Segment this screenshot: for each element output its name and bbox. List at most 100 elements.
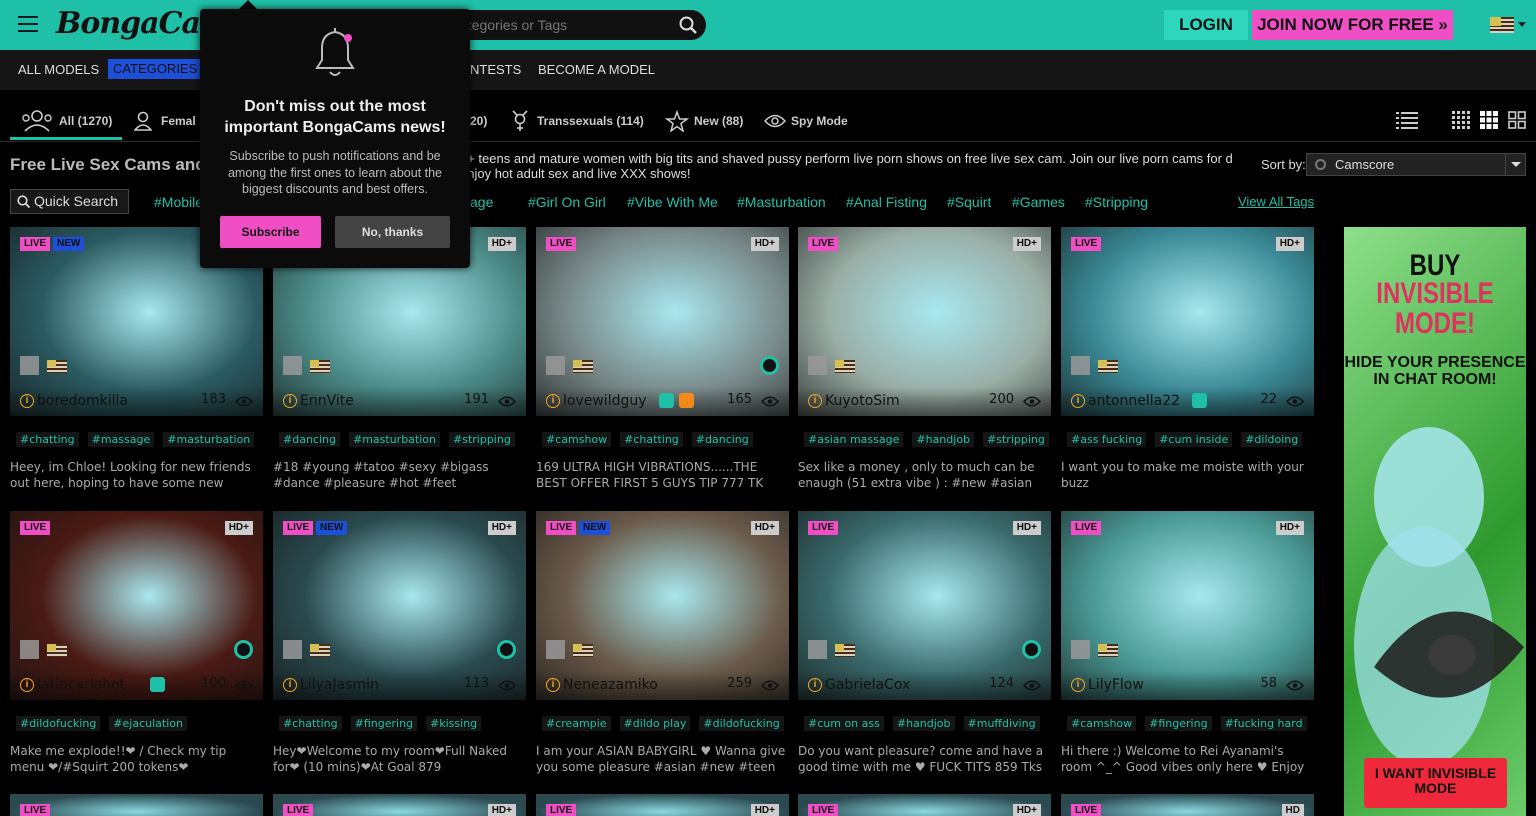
card-tag[interactable]: #fingering xyxy=(350,716,418,731)
tag-link[interactable]: #Masturbation xyxy=(737,194,826,210)
card-tag[interactable]: #cum on ass xyxy=(804,716,884,731)
invisible-mode-ad[interactable]: BUY INVISIBLE MODE! HIDE YOUR PRESENCE I… xyxy=(1344,227,1526,816)
nav-all-models[interactable]: ALL MODELS xyxy=(18,62,99,77)
twitter-icon[interactable] xyxy=(679,393,694,408)
model-card[interactable]: LIVE HD+ i latincarlahot 100 #dildofucking #ej… xyxy=(10,511,263,781)
model-card[interactable]: LIVE HD xyxy=(1061,794,1314,816)
instagram-icon[interactable] xyxy=(150,677,165,692)
tab-spy-mode[interactable]: Spy Mode xyxy=(791,114,848,128)
card-tag[interactable]: #camshow xyxy=(1067,716,1137,731)
model-username[interactable]: lovewildguy xyxy=(563,393,647,409)
card-tag[interactable]: #fucking hard xyxy=(1220,716,1307,731)
card-tag[interactable]: #fingering xyxy=(1145,716,1212,731)
quick-search-button[interactable]: Quick Search xyxy=(10,189,129,214)
model-card[interactable]: LIVE NEW HD+ i Neneazamiko 259 #creampie #dildo… xyxy=(536,511,789,781)
card-tag[interactable]: #handjob xyxy=(892,716,955,731)
card-tag[interactable]: #dildo play xyxy=(619,716,691,731)
model-card[interactable]: LIVE HD+ xyxy=(273,794,526,816)
search-icon[interactable] xyxy=(679,16,697,34)
card-tag[interactable]: #masturbation xyxy=(163,432,255,447)
model-card[interactable]: LIVE HD+ xyxy=(536,794,789,816)
view-all-tags-link[interactable]: View All Tags xyxy=(1238,194,1314,209)
model-card[interactable]: LIVE HD+ i LilyFlow 58 #camshow #fingering #fuc… xyxy=(1061,511,1314,781)
card-tag[interactable]: #dildofucking xyxy=(699,716,784,731)
info-icon[interactable]: i xyxy=(808,678,822,692)
language-flag-icon[interactable] xyxy=(1490,17,1514,33)
model-username[interactable]: GabrielaCox xyxy=(825,677,910,693)
model-username[interactable]: LilyaJasmin xyxy=(300,677,379,693)
model-card[interactable]: LIVE HD+ i KuyotoSim 200 #asian massage #handj… xyxy=(798,227,1051,497)
info-icon[interactable]: i xyxy=(283,394,297,408)
quick-view-icon[interactable] xyxy=(546,640,565,659)
model-username[interactable]: boredomkilla xyxy=(37,393,128,409)
card-tag[interactable]: #cum inside xyxy=(1155,432,1233,447)
chevron-down-icon[interactable] xyxy=(1518,22,1526,27)
chevron-down-icon[interactable] xyxy=(1505,154,1525,175)
card-tag[interactable]: #ass fucking xyxy=(1067,432,1147,447)
search-bar[interactable] xyxy=(452,10,706,40)
card-tag[interactable]: #chatting xyxy=(16,432,79,447)
quick-view-icon[interactable] xyxy=(20,640,39,659)
quick-view-icon[interactable] xyxy=(546,356,565,375)
quick-view-icon[interactable] xyxy=(1071,356,1090,375)
model-card[interactable]: LIVE xyxy=(10,794,263,816)
no-thanks-button[interactable]: No, thanks xyxy=(335,216,450,248)
card-tag[interactable]: #creampie xyxy=(542,716,611,731)
info-icon[interactable]: i xyxy=(546,678,560,692)
tag-link[interactable]: #Stripping xyxy=(1085,194,1148,210)
model-username[interactable]: KuyotoSim xyxy=(825,393,900,409)
card-tag[interactable]: #stripping xyxy=(449,432,515,447)
instagram-icon[interactable] xyxy=(659,393,674,408)
info-icon[interactable]: i xyxy=(20,678,34,692)
instagram-icon[interactable] xyxy=(1192,393,1207,408)
quick-view-icon[interactable] xyxy=(20,356,39,375)
quick-view-icon[interactable] xyxy=(808,640,827,659)
login-button[interactable]: LOGIN xyxy=(1164,10,1248,40)
tag-link[interactable]: #Anal Fisting xyxy=(846,194,927,210)
nav-categories[interactable]: CATEGORIES xyxy=(108,59,210,79)
menu-icon[interactable] xyxy=(18,16,38,34)
tag-link[interactable]: #Mobile xyxy=(154,194,203,210)
small-grid-view-icon[interactable] xyxy=(1452,111,1470,129)
card-tag[interactable]: #handjob xyxy=(912,432,975,447)
card-tag[interactable]: #ejaculation xyxy=(109,716,187,731)
card-tag[interactable]: #chatting xyxy=(620,432,683,447)
card-tag[interactable]: #dildoing xyxy=(1241,432,1303,447)
card-tag[interactable]: #muffdiving xyxy=(963,716,1040,731)
nav-contests[interactable]: NTESTS xyxy=(470,62,521,77)
tab-couples[interactable]: 20) xyxy=(470,114,487,128)
tag-link[interactable]: #Girl On Girl xyxy=(528,194,606,210)
tag-link[interactable]: #Vibe With Me xyxy=(627,194,718,210)
model-username[interactable]: EnnVite xyxy=(300,393,354,409)
card-tag[interactable]: #chatting xyxy=(279,716,342,731)
model-card[interactable]: LIVE HD+ i lovewildguy 165 #camshow #chatting #… xyxy=(536,227,789,497)
quick-view-icon[interactable] xyxy=(808,356,827,375)
sort-select[interactable]: Camscore xyxy=(1306,153,1526,176)
tab-female[interactable]: Femal xyxy=(161,114,196,128)
join-button[interactable]: JOIN NOW FOR FREE » xyxy=(1252,10,1453,40)
quick-view-icon[interactable] xyxy=(1071,640,1090,659)
card-tag[interactable]: #dancing xyxy=(691,432,753,447)
tab-all[interactable]: All (1270) xyxy=(59,114,112,128)
model-card[interactable]: LIVE HD+ xyxy=(798,794,1051,816)
info-icon[interactable]: i xyxy=(20,394,34,408)
tag-link[interactable]: #Games xyxy=(1012,194,1065,210)
search-input[interactable] xyxy=(452,10,672,40)
info-icon[interactable]: i xyxy=(1071,678,1085,692)
subscribe-button[interactable]: Subscribe xyxy=(220,216,321,248)
model-username[interactable]: antonnella22 xyxy=(1088,393,1180,409)
tab-new[interactable]: New (88) xyxy=(694,114,743,128)
nav-become-model[interactable]: BECOME A MODEL xyxy=(538,62,655,77)
list-view-icon[interactable] xyxy=(1396,111,1418,129)
model-card[interactable]: LIVE HD+ i GabrielaCox 124 #cum on ass #handjo… xyxy=(798,511,1051,781)
model-card[interactable]: LIVE HD+ i antonnella22 22 #ass fucking #cum i… xyxy=(1061,227,1314,497)
card-tag[interactable]: #dildofucking xyxy=(16,716,101,731)
card-tag[interactable]: #camshow xyxy=(542,432,612,447)
tag-link[interactable]: #Squirt xyxy=(947,194,991,210)
card-tag[interactable]: #kissing xyxy=(426,716,482,731)
quick-view-icon[interactable] xyxy=(283,640,302,659)
model-card[interactable]: LIVE NEW HD+ i LilyaJasmin 113 #chatting #finge… xyxy=(273,511,526,781)
card-tag[interactable]: #dancing xyxy=(279,432,340,447)
card-tag[interactable]: #stripping xyxy=(983,432,1049,447)
card-tag[interactable]: #asian massage xyxy=(804,432,904,447)
